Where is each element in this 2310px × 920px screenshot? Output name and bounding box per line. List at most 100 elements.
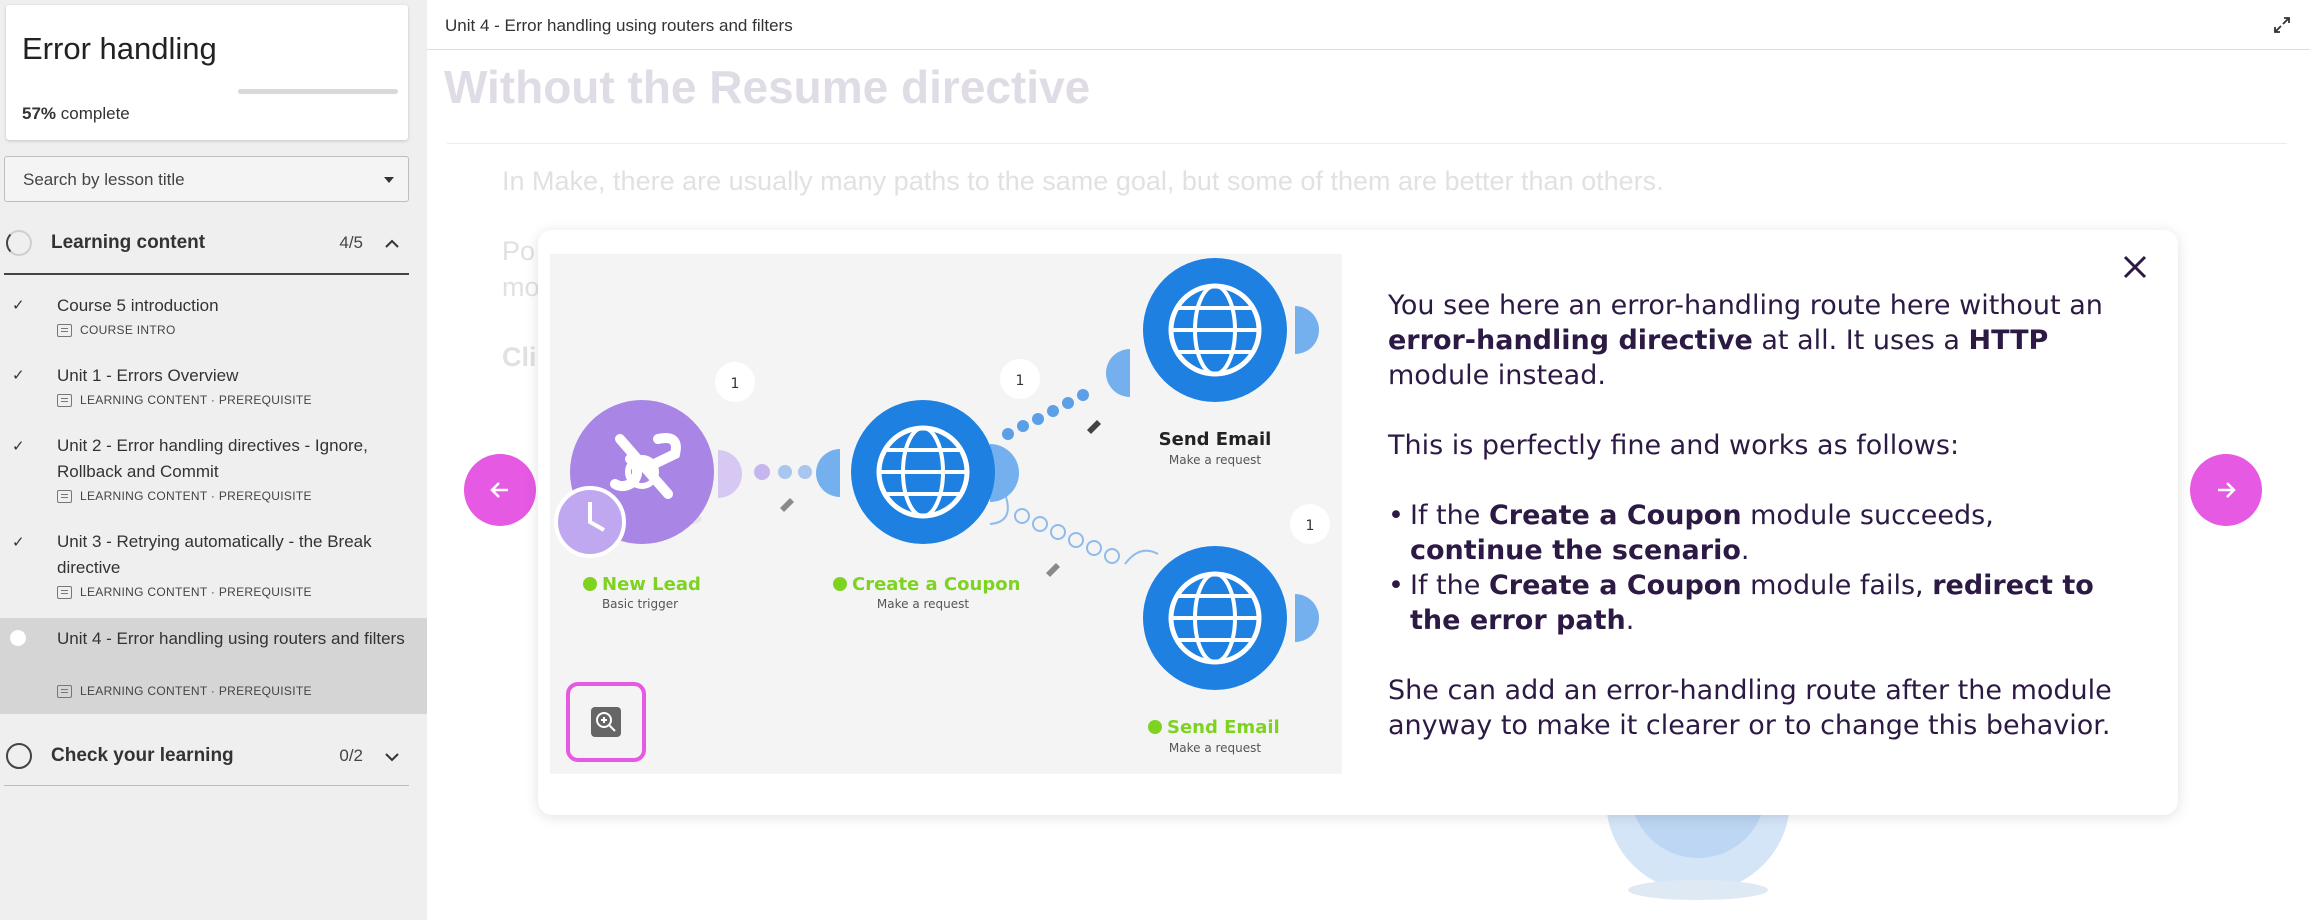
text-run: . (1740, 535, 1750, 566)
section-count: 4/5 (339, 233, 363, 252)
list-item: If the Create a Coupon module fails, red… (1388, 568, 2118, 638)
sidebar: Error handling 57% complete Search by le… (0, 0, 427, 920)
lesson-meta-text: LEARNING CONTENT · PREREQUISITE (80, 489, 312, 503)
lesson-text-fragment: mo (502, 272, 540, 302)
list-item: If the Create a Coupon module succeeds, … (1388, 498, 2118, 568)
node-badge: 1 (1016, 373, 1025, 389)
section-check-your-learning[interactable]: Check your learning 0/2 (4, 726, 409, 786)
error-route-dots (989, 493, 1159, 565)
checkmark-icon: ✓ (12, 367, 25, 384)
text-run: at all. It uses a (1752, 325, 1969, 356)
new-lead-node: 1 New Lead Basic trigger (554, 362, 755, 611)
description-paragraph: This is perfectly fine and works as foll… (1388, 430, 1960, 461)
zoom-in-icon (591, 707, 621, 737)
section-learning-content[interactable]: Learning content 4/5 (4, 213, 409, 273)
lesson-meta: COURSE INTRO (57, 323, 176, 337)
lesson-item[interactable]: ✓ Unit 2 - Error handling directives - I… (0, 431, 427, 513)
text-run-bold: HTTP (1968, 325, 2049, 356)
lesson-paragraph: In Make, there are usually many paths to… (502, 166, 1664, 196)
lesson-title: Unit 2 - Error handling directives - Ign… (57, 436, 368, 481)
next-button[interactable] (2190, 454, 2262, 526)
checkmark-icon: ✓ (12, 297, 25, 314)
section-count: 0/2 (339, 746, 363, 765)
text-run: If the (1410, 500, 1489, 531)
slides-icon (57, 393, 72, 407)
text-run-bold: Create a Coupon (1488, 500, 1742, 531)
section-title: Learning content (51, 232, 206, 253)
description-paragraph: She can add an error-handling route afte… (1388, 675, 2112, 741)
lesson-item[interactable]: ✓ Unit 1 - Errors Overview LEARNING CONT… (0, 360, 427, 416)
lesson-item[interactable]: ✓ Course 5 introduction COURSE INTRO (0, 290, 427, 346)
text-run-bold: Create a Coupon (1488, 570, 1742, 601)
lesson-title: Unit 3 - Retrying automatically - the Br… (57, 532, 372, 577)
arrow-left-icon (490, 482, 508, 498)
section-divider (4, 785, 409, 786)
breadcrumb: Unit 4 - Error handling using routers an… (445, 16, 793, 35)
node-sublabel: Make a request (1169, 741, 1262, 755)
section-progress-icon (6, 230, 32, 256)
node-badge: 1 (731, 376, 740, 392)
node-sublabel: Basic trigger (602, 597, 678, 611)
text-run: You see here an error-handling route her… (1388, 290, 2103, 321)
close-icon[interactable] (2120, 252, 2150, 282)
lesson-title: Course 5 introduction (57, 296, 219, 315)
lesson-search-placeholder: Search by lesson title (23, 170, 185, 189)
send-email-node: 1 Send Email Make a request (1143, 504, 1330, 755)
node-label: New Lead (602, 574, 701, 595)
arrow-right-icon (2218, 482, 2236, 498)
node-sublabel: Make a request (877, 597, 970, 611)
text-run-bold: error-handling directive (1388, 325, 1753, 356)
course-card: Error handling 57% complete (6, 5, 408, 140)
zoom-button[interactable] (566, 682, 646, 762)
lesson-heading: Without the Resume directive (444, 61, 1091, 113)
lesson-item-active[interactable]: Unit 4 - Error handling using routers an… (0, 618, 427, 714)
node-label: Create a Coupon (852, 574, 1020, 595)
lesson-item[interactable]: ✓ Unit 3 - Retrying automatically - the … (0, 527, 427, 609)
progress-suffix: complete (60, 104, 130, 123)
lesson-meta-text: LEARNING CONTENT · PREREQUISITE (80, 684, 312, 698)
slides-icon (57, 684, 72, 698)
section-divider (4, 273, 409, 275)
lesson-title: Unit 1 - Errors Overview (57, 366, 239, 385)
text-run: module fails, (1741, 570, 1933, 601)
progress-text: 57% complete (22, 104, 130, 124)
progress-percent: 57% (22, 104, 57, 123)
document-icon (57, 323, 72, 337)
progress-bar-fill (238, 89, 330, 94)
lesson-text-fragment: Po (502, 236, 536, 266)
text-run: module succeeds, (1741, 500, 1994, 531)
lesson-meta: LEARNING CONTENT · PREREQUISITE (57, 489, 312, 503)
scenario-diagram-svg: 1 New Lead Basic trigger 1 Create a Coup… (554, 258, 1330, 755)
section-title: Check your learning (51, 745, 234, 766)
lesson-meta: LEARNING CONTENT · PREREQUISITE (57, 585, 312, 599)
lesson-topbar: Unit 4 - Error handling using routers an… (427, 0, 2310, 50)
node-sublabel: Make a request (1169, 453, 1262, 467)
previous-button[interactable] (464, 454, 536, 526)
text-run: module instead. (1388, 360, 1606, 391)
lesson-meta: LEARNING CONTENT · PREREQUISITE (57, 684, 312, 698)
modal-description: You see here an error-handling route her… (1388, 288, 2118, 778)
slides-icon (57, 489, 72, 503)
chevron-down-icon (383, 748, 401, 766)
caret-down-icon (384, 177, 394, 183)
node-badge: 1 (1306, 518, 1315, 534)
checkmark-icon: ✓ (12, 438, 25, 455)
course-title: Error handling (22, 31, 217, 66)
lesson-text-fragment: Cli (502, 342, 537, 372)
lesson-meta: LEARNING CONTENT · PREREQUISITE (57, 393, 312, 407)
lesson-meta-text: LEARNING CONTENT · PREREQUISITE (80, 585, 312, 599)
slides-icon (57, 585, 72, 599)
divider (447, 143, 2287, 144)
node-label: Send Email (1167, 717, 1280, 738)
text-run-bold: continue the scenario (1410, 535, 1741, 566)
lesson-search-select[interactable]: Search by lesson title (4, 156, 409, 202)
text-run: . (1625, 605, 1635, 636)
expand-icon[interactable] (2272, 15, 2292, 35)
progress-bar (238, 89, 398, 94)
lesson-meta-text: LEARNING CONTENT · PREREQUISITE (80, 393, 312, 407)
section-progress-icon (6, 743, 32, 769)
description-paragraph: You see here an error-handling route her… (1388, 288, 2118, 393)
image-modal: 1 New Lead Basic trigger 1 Create a Coup… (538, 230, 2178, 815)
node-label: Send Email (1159, 429, 1272, 450)
description-list: If the Create a Coupon module succeeds, … (1388, 498, 2118, 638)
